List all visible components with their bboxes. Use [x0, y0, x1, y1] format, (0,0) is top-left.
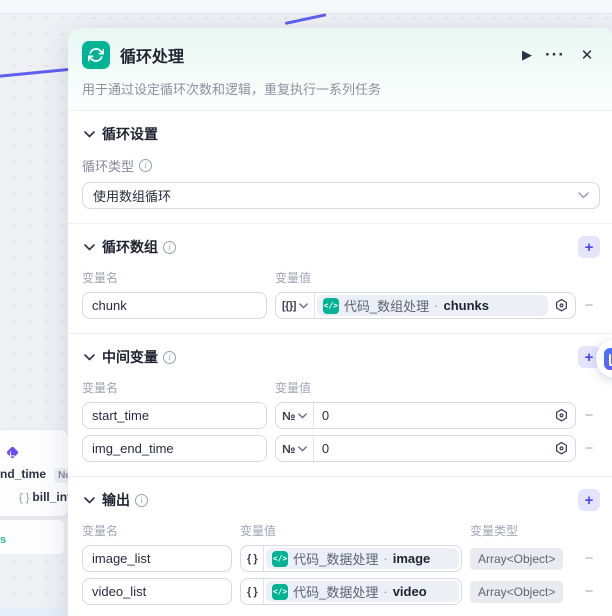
- section-intermediate-vars: 中间变量 i + 变量名 变量值 № 0 −: [68, 334, 612, 476]
- green-tag-fragment: s: [0, 534, 7, 546]
- variable-type-selector[interactable]: [{}]: [276, 293, 315, 318]
- column-header-value: 变量值: [275, 381, 312, 395]
- section-title: 循环设置: [102, 126, 158, 142]
- reference-source: 代码_数据处理: [293, 552, 379, 567]
- variable-type-selector[interactable]: { }: [241, 546, 265, 571]
- loop-node-config-panel: 循环处理 ▶ ··· ✕ 用于通过设定循环次数和逻辑，重复执行一系列任务 循环设…: [68, 28, 612, 616]
- variable-name-input[interactable]: [82, 545, 232, 572]
- section-loop-array: 循环数组 i + 变量名 变量值 [{}] </> 代码_数组处理 ·: [68, 224, 612, 333]
- section-title: 循环数组: [102, 239, 158, 255]
- ai-assistant-icon: [604, 348, 612, 370]
- chevron-down-icon: [578, 192, 589, 199]
- variable-name-input[interactable]: [82, 435, 267, 462]
- variable-value[interactable]: 0: [314, 408, 550, 423]
- chevron-down-icon[interactable]: [82, 240, 96, 254]
- close-button[interactable]: ✕: [574, 42, 600, 68]
- chevron-down-icon: [298, 412, 307, 419]
- info-icon[interactable]: i: [163, 350, 176, 364]
- variable-name-input[interactable]: [82, 292, 267, 319]
- chevron-down-icon[interactable]: [82, 493, 96, 507]
- remove-row-button[interactable]: −: [578, 438, 600, 460]
- reference-source: 代码_数据处理: [293, 585, 379, 600]
- more-menu-button[interactable]: ···: [540, 42, 570, 68]
- section-title: 输出: [102, 492, 130, 508]
- code-node-icon: </>: [272, 583, 289, 600]
- page-title: 循环处理: [120, 49, 185, 66]
- reference-source: 代码_数组处理: [343, 299, 430, 314]
- section-output: 输出 i + 变量名 变量值 变量类型 { } </> 代码_数据处理 · im: [68, 477, 612, 616]
- reference-field: video: [392, 584, 427, 599]
- column-header-name: 变量名: [82, 381, 119, 395]
- loop-type-select[interactable]: 使用数组循环: [82, 182, 600, 209]
- canvas-top-strip: [0, 0, 612, 14]
- variable-type-badge: Array<Object>: [470, 580, 564, 603]
- background-node-card[interactable]: [0, 520, 64, 554]
- intermediate-var-row: № 0 −: [82, 402, 600, 429]
- variable-type-selector[interactable]: №: [276, 403, 314, 428]
- section-loop-settings: 循环设置 循环类型 i 使用数组循环: [68, 111, 612, 223]
- loop-type-label: 循环类型 i: [82, 156, 600, 175]
- chevron-down-icon: [298, 445, 307, 452]
- output-row: { } </> 代码_数据处理 · video Array<Object> −: [82, 578, 600, 605]
- chevron-down-icon[interactable]: [82, 350, 96, 364]
- loop-array-row: [{}] </> 代码_数组处理 · chunks: [82, 292, 600, 319]
- column-header-type: 变量类型: [470, 524, 519, 538]
- remove-row-button[interactable]: −: [578, 548, 600, 570]
- info-icon[interactable]: i: [163, 240, 176, 254]
- object-glyph: { }: [19, 492, 30, 504]
- reference-separator: ·: [383, 551, 388, 566]
- chevron-down-icon[interactable]: [82, 127, 96, 141]
- info-icon[interactable]: i: [139, 159, 153, 172]
- column-header-name: 变量名: [82, 271, 119, 285]
- add-loop-array-button[interactable]: +: [578, 236, 600, 258]
- reference-field: chunks: [443, 298, 489, 313]
- reference-field: image: [392, 551, 431, 566]
- variable-name-input[interactable]: [82, 578, 232, 605]
- variable-type-badge: Array<Object>: [470, 547, 564, 570]
- node-description: 用于通过设定循环次数和逻辑，重复执行一系列任务: [82, 82, 382, 97]
- background-node-fragment: [0, 607, 64, 616]
- intermediate-var-row: № 0 −: [82, 435, 600, 462]
- code-node-icon: </>: [322, 297, 339, 314]
- variable-name-input[interactable]: [82, 402, 267, 429]
- output-row: { } </> 代码_数据处理 · image Array<Object> −: [82, 545, 600, 572]
- panel-header: 循环处理 ▶ ··· ✕ 用于通过设定循环次数和逻辑，重复执行一系列任务: [68, 28, 612, 110]
- run-button[interactable]: ▶: [514, 42, 540, 68]
- info-icon[interactable]: i: [135, 493, 148, 507]
- column-header-name: 变量名: [82, 524, 119, 538]
- chevron-down-icon: [299, 302, 308, 309]
- code-node-icon: </>: [272, 550, 289, 567]
- reference-separator: ·: [383, 584, 388, 599]
- loop-icon: [82, 41, 110, 69]
- reference-separator: ·: [434, 298, 439, 313]
- variable-reference-chip[interactable]: </> 代码_数据处理 · image: [266, 548, 459, 569]
- settings-icon[interactable]: [554, 408, 569, 423]
- remove-row-button[interactable]: −: [578, 295, 600, 317]
- column-header-value: 变量值: [275, 271, 312, 285]
- remove-row-button[interactable]: −: [578, 405, 600, 427]
- variable-reference-chip[interactable]: </> 代码_数据处理 · video: [266, 581, 459, 602]
- variable-value[interactable]: 0: [314, 441, 550, 456]
- remove-row-button[interactable]: −: [578, 581, 600, 603]
- settings-icon[interactable]: [554, 298, 569, 313]
- variable-type-selector[interactable]: { }: [241, 579, 265, 604]
- section-title: 中间变量: [102, 349, 158, 365]
- variable-reference-chip[interactable]: </> 代码_数组处理 · chunks: [316, 295, 548, 316]
- column-header-value: 变量值: [240, 524, 277, 538]
- add-output-button[interactable]: +: [578, 489, 600, 511]
- settings-icon[interactable]: [554, 441, 569, 456]
- variable-type-selector[interactable]: №: [276, 436, 314, 461]
